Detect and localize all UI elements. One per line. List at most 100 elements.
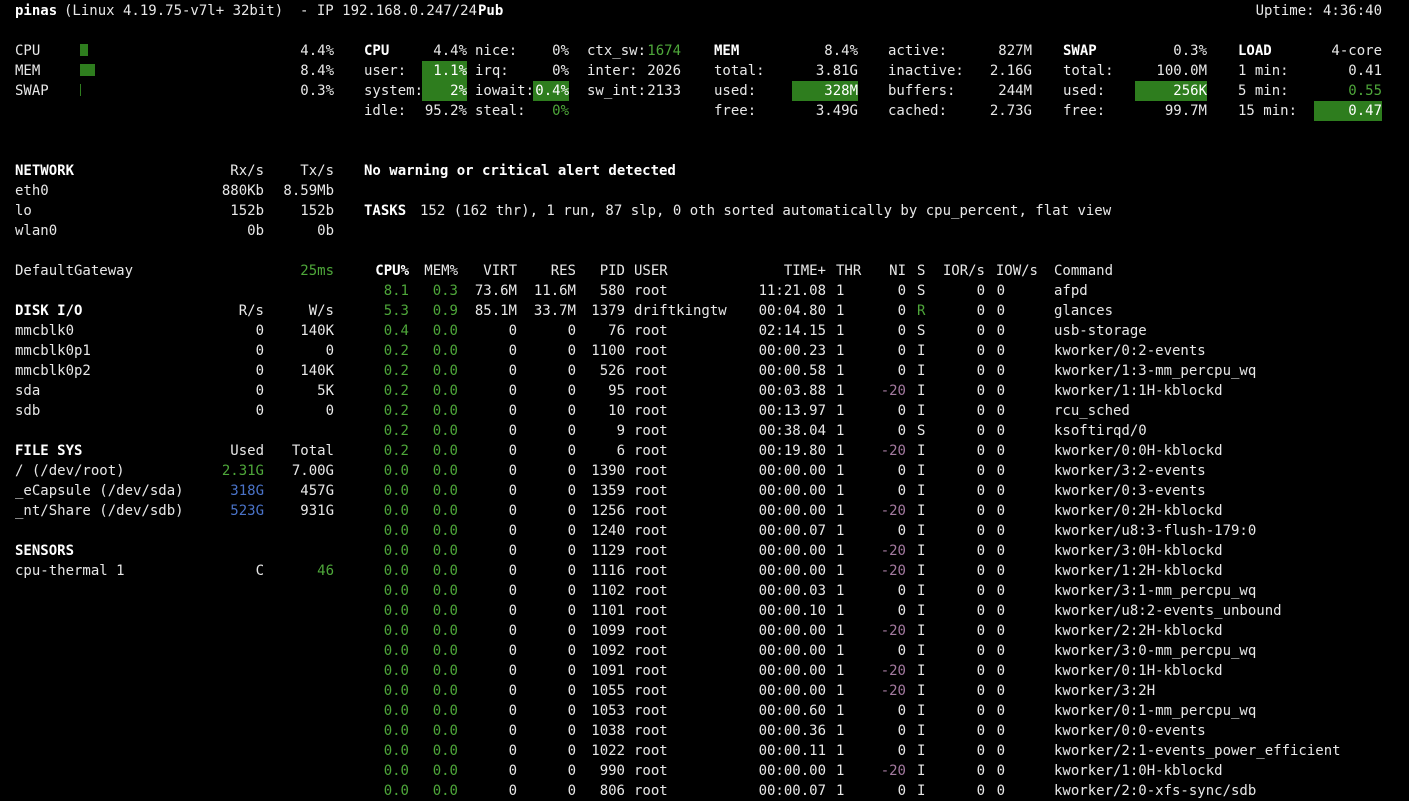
process-iow: 0 [996,383,1005,399]
process-thr: 1 [836,663,845,679]
process-pid: 1055 [591,683,625,699]
process-time: 02:14.15 [758,323,826,339]
process-cpu: 0.2 [383,443,409,459]
process-s: I [917,623,926,639]
process-row[interactable]: 0.0 0.0 0 0 1101 root 00:00.10 1 0 I 0 0 kworker/u8:… [0,601,1409,621]
process-user: root [634,603,668,619]
process-pid: 806 [599,783,625,799]
process-cmd: kworker/3:0-mm_percpu_wq [1054,643,1257,659]
process-mem: 0.0 [432,723,458,739]
load-1min-label: 1 min: [1238,63,1289,79]
process-user: driftkingtw [634,303,727,319]
process-cpu: 0.0 [383,463,409,479]
proc-header-cpu[interactable]: CPU% [362,261,409,281]
cpu-system-value: 2% [422,81,467,101]
process-row[interactable]: 0.0 0.0 0 0 1129 root 00:00.00 1 -20 I 0 0 kworker/3… [0,541,1409,561]
proc-header-thr[interactable]: THR [836,261,861,281]
process-row[interactable]: 0.0 0.0 0 0 1116 root 00:00.00 1 -20 I 0 0 kworker/1… [0,561,1409,581]
process-row[interactable]: 0.2 0.0 0 0 10 root 00:13.97 1 0 I 0 0 rcu_sched [0,401,1409,421]
process-row[interactable]: 0.0 0.0 0 0 1022 root 00:00.11 1 0 I 0 0 kworker/2:1… [0,741,1409,761]
process-row[interactable]: 5.3 0.9 85.1M 33.7M 1379 driftkingtw 00:04.80 1… [0,301,1409,321]
proc-header-user[interactable]: USER [634,261,668,281]
process-row[interactable]: 0.0 0.0 0 0 1390 root 00:00.00 1 0 I 0 0 kworker/3:2… [0,461,1409,481]
process-cmd: kworker/0:1-mm_percpu_wq [1054,703,1257,719]
process-row[interactable]: 0.0 0.0 0 0 1092 root 00:00.00 1 0 I 0 0 kworker/3:0… [0,641,1409,661]
process-ni: 0 [897,403,906,419]
process-virt: 73.6M [474,283,517,299]
hostname: pinas [15,3,58,19]
network-tx-header: Tx/s [300,163,334,179]
process-user: root [634,783,668,799]
process-row[interactable]: 0.0 0.0 0 0 1256 root 00:00.00 1 -20 I 0 0 kworker/0… [0,501,1409,521]
process-row[interactable]: 0.0 0.0 0 0 1359 root 00:00.00 1 0 I 0 0 kworker/0:3… [0,481,1409,501]
process-pid: 1116 [591,563,625,579]
process-row[interactable]: 0.0 0.0 0 0 1053 root 00:00.60 1 0 I 0 0 kworker/0:1… [0,701,1409,721]
process-ni: -20 [880,623,906,639]
process-cmd: ksoftirqd/0 [1054,423,1147,439]
process-row[interactable]: 0.0 0.0 0 0 1055 root 00:00.00 1 -20 I 0 0 kworker/3… [0,681,1409,701]
process-cmd: kworker/3:1-mm_percpu_wq [1054,583,1257,599]
process-time: 00:00.00 [758,663,826,679]
proc-header-time[interactable]: TIME+ [740,261,826,281]
process-row[interactable]: 0.2 0.0 0 0 9 root 00:38.04 1 0 S 0 0 ksoftirqd/0 [0,421,1409,441]
proc-header-virt[interactable]: VIRT [462,261,517,281]
process-pid: 1101 [591,603,625,619]
process-row[interactable]: 0.0 0.0 0 0 1240 root 00:00.07 1 0 I 0 0 kworker/u8:… [0,521,1409,541]
process-user: root [634,463,668,479]
process-cpu: 0.2 [383,403,409,419]
process-iow: 0 [996,423,1005,439]
process-virt: 0 [508,763,517,779]
process-row[interactable]: 0.2 0.0 0 0 1100 root 00:00.23 1 0 I 0 0 kworker/0:2… [0,341,1409,361]
process-mem: 0.0 [432,583,458,599]
process-thr: 1 [836,363,845,379]
proc-header-ior[interactable]: IOR/s [935,261,985,281]
proc-header-command[interactable]: Command [1054,261,1113,281]
process-ior: 0 [976,303,985,319]
process-time: 00:19.80 [758,443,826,459]
process-ior: 0 [976,643,985,659]
process-res: 0 [567,623,576,639]
process-res: 0 [567,583,576,599]
proc-header-res[interactable]: RES [520,261,576,281]
process-ni: -20 [880,383,906,399]
cpu-nice-label: nice: [475,43,518,59]
process-row[interactable]: 0.0 0.0 0 0 1091 root 00:00.00 1 -20 I 0 0 kworker/0… [0,661,1409,681]
process-row[interactable]: 0.2 0.0 0 0 6 root 00:19.80 1 -20 I 0 0 kworker/0:0H… [0,441,1409,461]
process-row[interactable]: 0.4 0.0 0 0 76 root 02:14.15 1 0 S 0 0 usb-storage [0,321,1409,341]
process-row[interactable]: 0.0 0.0 0 0 806 root 00:00.07 1 0 I 0 0 kworker/2:0-… [0,781,1409,801]
process-iow: 0 [996,763,1005,779]
process-row[interactable]: 0.0 0.0 0 0 1099 root 00:00.00 1 -20 I 0 0 kworker/2… [0,621,1409,641]
process-row[interactable]: 8.1 0.3 73.6M 11.6M 580 root 11:21.08 1 0 S 0 0 afpd [0,281,1409,301]
process-s: I [917,523,926,539]
process-ior: 0 [976,483,985,499]
process-s: I [917,563,926,579]
process-virt: 0 [508,423,517,439]
process-cpu: 5.3 [383,303,409,319]
process-pid: 1129 [591,543,625,559]
process-thr: 1 [836,743,845,759]
process-time: 00:00.60 [758,703,826,719]
process-s: I [917,643,926,659]
process-row[interactable]: 0.2 0.0 0 0 526 root 00:00.58 1 0 I 0 0 kworker/1:3-… [0,361,1409,381]
proc-header-ni[interactable]: NI [876,261,906,281]
process-mem: 0.0 [432,743,458,759]
process-iow: 0 [996,443,1005,459]
process-row[interactable]: 0.0 0.0 0 0 1102 root 00:00.03 1 0 I 0 0 kworker/3:1… [0,581,1409,601]
process-s: I [917,383,926,399]
process-res: 0 [567,643,576,659]
proc-header-pid[interactable]: PID [580,261,625,281]
process-row[interactable]: 0.0 0.0 0 0 1038 root 00:00.36 1 0 I 0 0 kworker/0:0… [0,721,1409,741]
proc-header-mem[interactable]: MEM% [413,261,458,281]
process-cmd: kworker/u8:2-events_unbound [1054,603,1282,619]
process-cpu: 0.0 [383,483,409,499]
process-s: I [917,363,926,379]
cpu-nice-value: 0% [552,43,569,59]
process-row[interactable]: 0.2 0.0 0 0 95 root 00:03.88 1 -20 I 0 0 kworker/1:1… [0,381,1409,401]
proc-header-status[interactable]: S [917,261,925,281]
proc-header-iow[interactable]: IOW/s [988,261,1038,281]
process-time: 00:00.00 [758,563,826,579]
process-row[interactable]: 0.0 0.0 0 0 990 root 00:00.00 1 -20 I 0 0 kworker/1:… [0,761,1409,781]
process-cmd: kworker/1:1H-kblockd [1054,383,1223,399]
process-thr: 1 [836,423,845,439]
process-cpu: 0.2 [383,343,409,359]
